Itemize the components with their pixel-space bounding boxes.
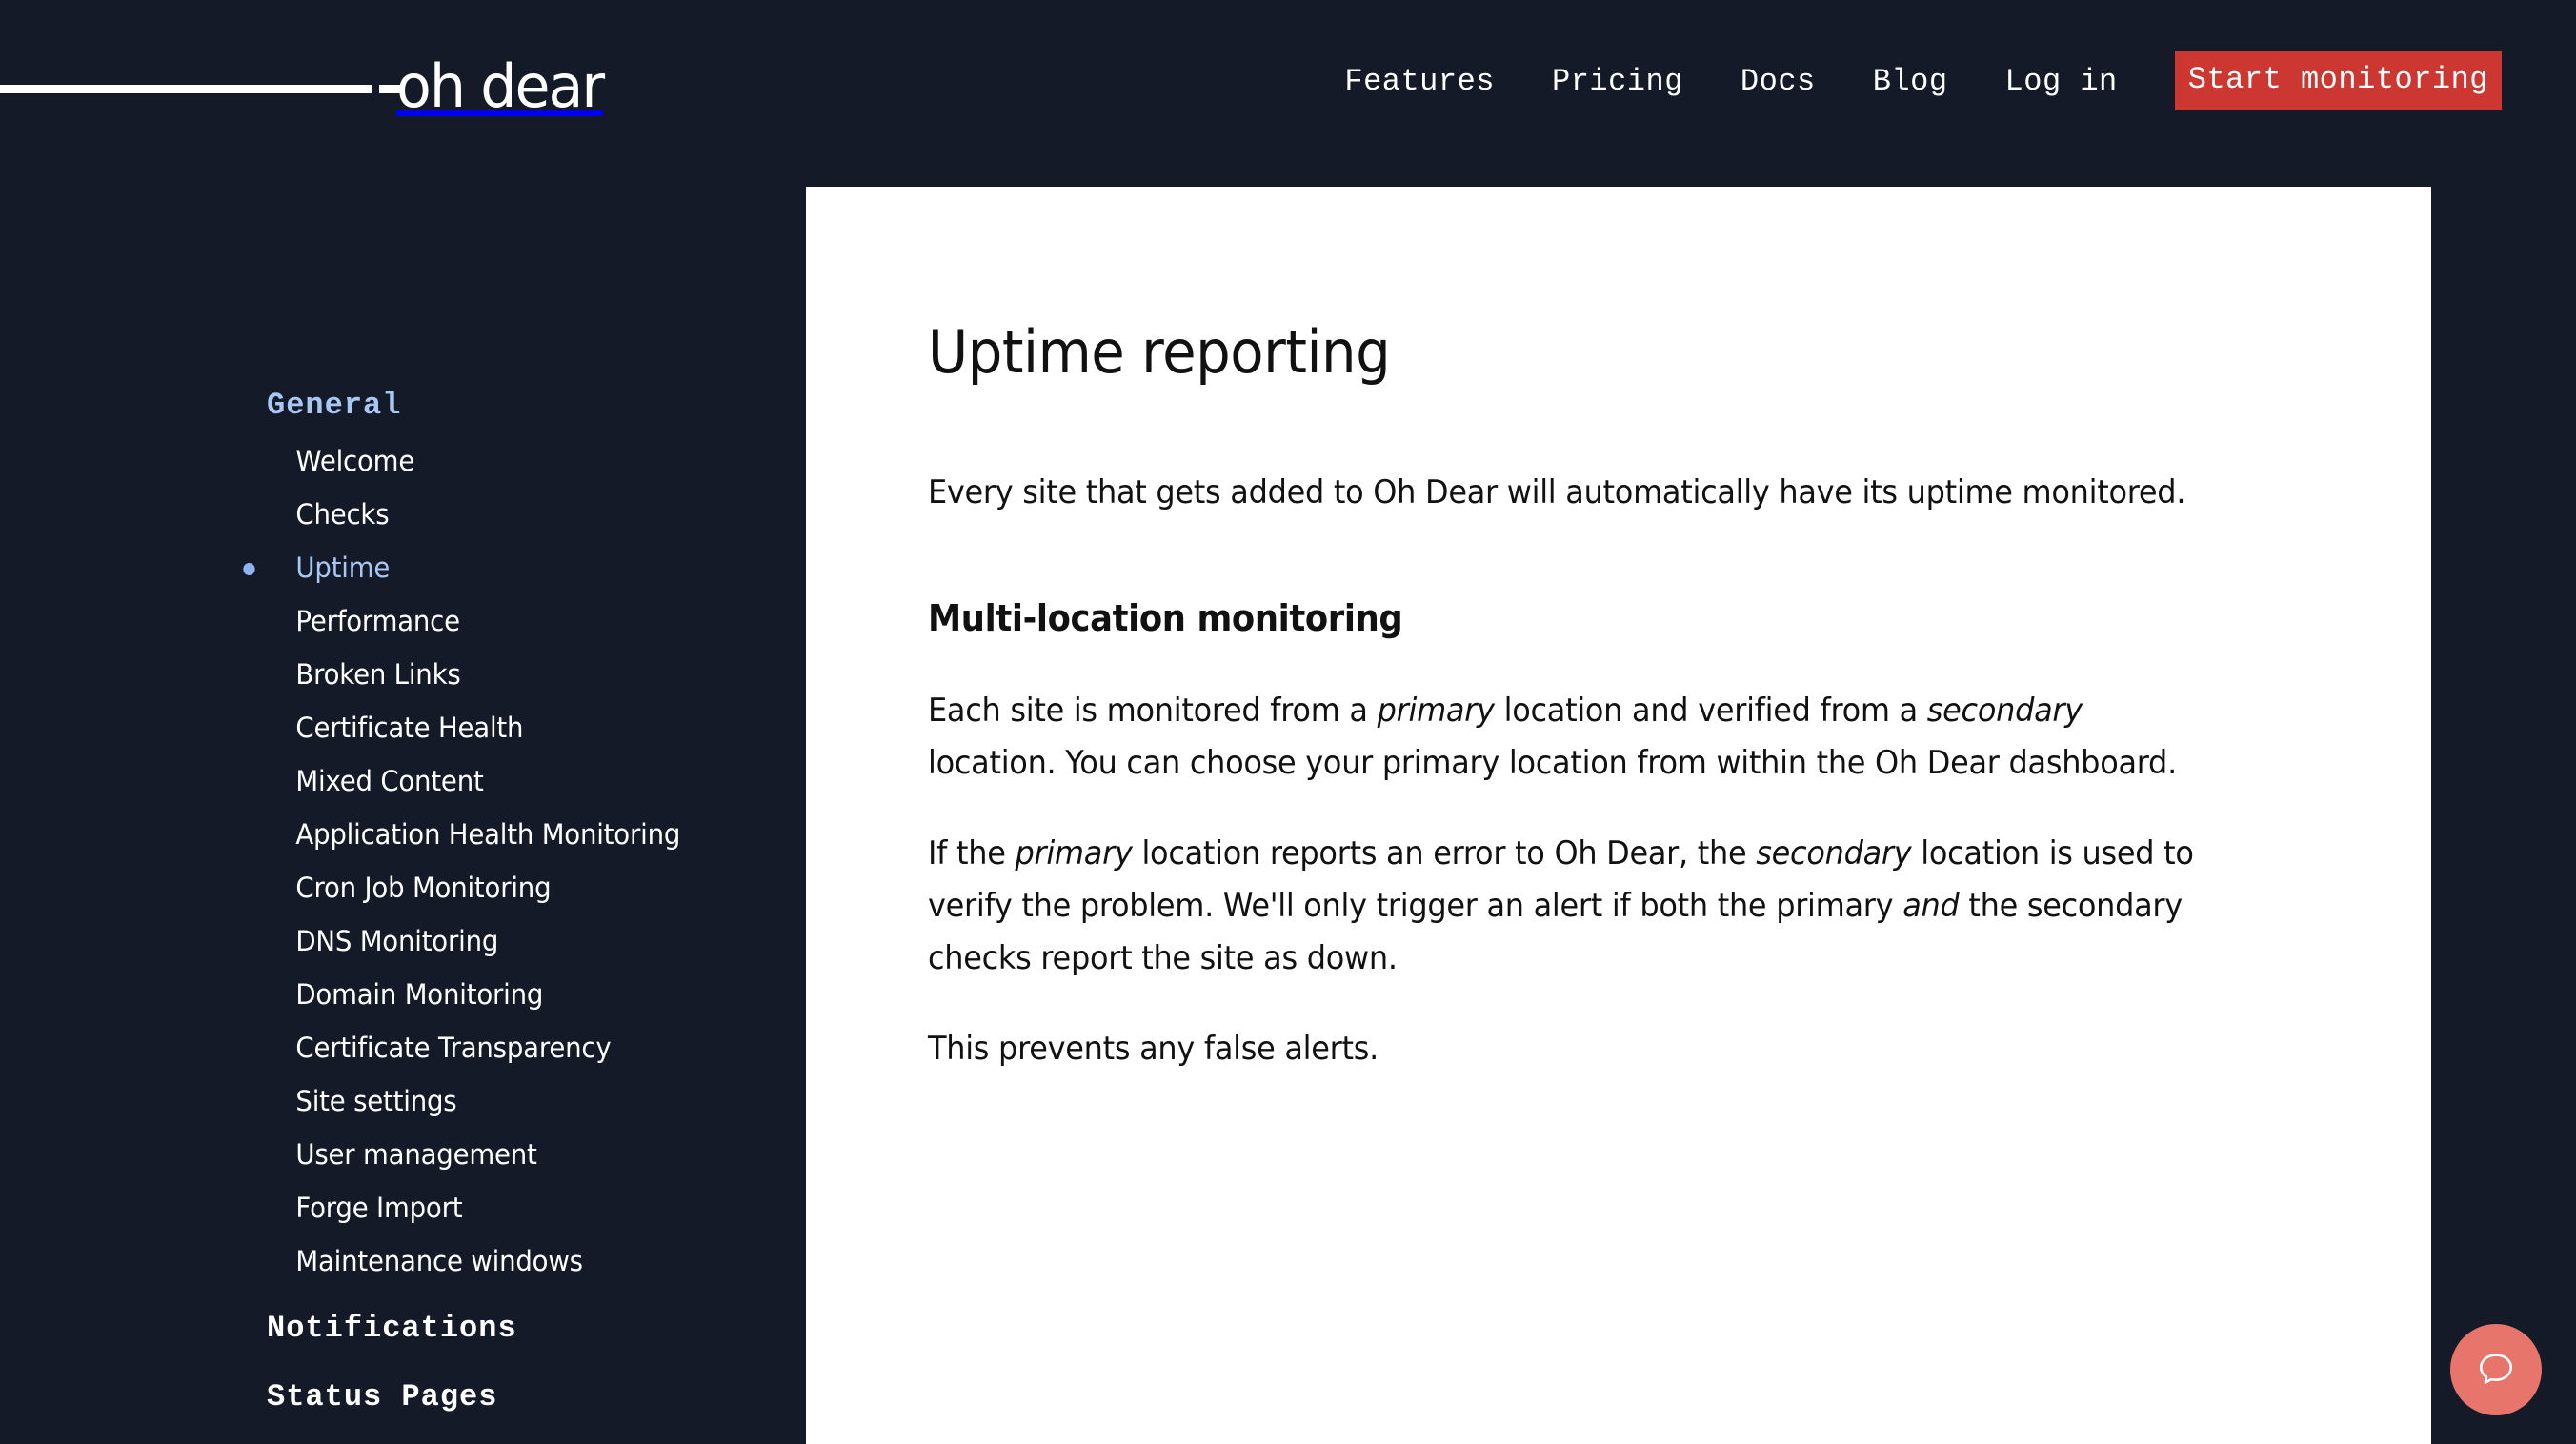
sidebar-group-general: General (267, 388, 402, 423)
sidebar-content: General Welcome Checks Uptime Performanc… (0, 179, 806, 1413)
logo-rule-icon (0, 84, 372, 93)
p2-em-primary: primary (1015, 834, 1133, 873)
p1-em-secondary: secondary (1926, 691, 2083, 730)
start-monitoring-button[interactable]: Start monitoring (2174, 51, 2502, 110)
sidebar-item-certificate-transparency[interactable]: Certificate Transparency (267, 1034, 779, 1062)
primary-nav: Features Pricing Docs Blog Log in Start … (1344, 0, 2502, 162)
sidebar-item-user-management[interactable]: User management (267, 1141, 779, 1169)
sidebar-item-checks[interactable]: Checks (267, 501, 779, 529)
logo-gap (372, 83, 379, 91)
paragraph-false-alerts: This prevents any false alerts. (928, 1030, 1379, 1069)
paragraph-primary-secondary: Each site is monitored from a primary lo… (928, 685, 2198, 790)
p2-em-and: and (1902, 887, 1960, 926)
site-logo[interactable]: oh dear (0, 34, 610, 139)
nav-item-blog[interactable]: Blog (1873, 54, 1948, 109)
logo-wordmark: oh dear (396, 51, 605, 121)
nav-item-pricing[interactable]: Pricing (1552, 54, 1683, 109)
p1-text-2: location and verified from a (1494, 691, 1927, 730)
sidebar-group-notifications[interactable]: Notifications (267, 1314, 806, 1344)
section-heading-multi-location: Multi-location monitoring (928, 597, 1403, 640)
p1-text-1: Each site is monitored from a (928, 691, 1378, 730)
sidebar-item-cron-job-monitoring[interactable]: Cron Job Monitoring (267, 874, 779, 902)
sidebar-item-uptime[interactable]: Uptime (243, 554, 779, 582)
page-title: Uptime reporting (928, 317, 1391, 387)
paragraph-alert-logic: If the primary location reports an error… (928, 828, 2198, 985)
chat-bubble-icon (2479, 1354, 2513, 1384)
sidebar-item-domain-monitoring[interactable]: Domain Monitoring (267, 981, 779, 1009)
sidebar-item-site-settings[interactable]: Site settings (267, 1088, 779, 1115)
sidebar-item-dns-monitoring[interactable]: DNS Monitoring (267, 928, 779, 955)
sidebar-item-mixed-content[interactable]: Mixed Content (267, 768, 779, 795)
next-section-heading-partial (928, 1142, 2184, 1184)
sidebar-item-performance[interactable]: Performance (267, 608, 779, 635)
p2-em-secondary: secondary (1756, 834, 1912, 873)
p1-text-3: location. You can choose your primary lo… (928, 743, 2177, 782)
nav-item-docs[interactable]: Docs (1741, 54, 1816, 109)
sidebar-item-forge-import[interactable]: Forge Import (267, 1194, 779, 1222)
p1-em-primary: primary (1377, 691, 1495, 730)
docs-article: Uptime reporting Every site that gets ad… (806, 187, 2431, 1184)
sidebar-item-application-health-monitoring[interactable]: Application Health Monitoring (267, 821, 779, 849)
nav-item-login[interactable]: Log in (2005, 54, 2118, 109)
p2-text-1: If the (928, 834, 1016, 873)
nav-item-features[interactable]: Features (1344, 54, 1495, 109)
sidebar-item-maintenance-windows[interactable]: Maintenance windows (267, 1248, 779, 1275)
sidebar-item-welcome[interactable]: Welcome (267, 448, 779, 475)
p2-text-2: location reports an error to Oh Dear, th… (1132, 834, 1757, 873)
chat-widget-button[interactable] (2450, 1324, 2542, 1415)
docs-sidebar: General Welcome Checks Uptime Performanc… (0, 179, 806, 1444)
docs-content-panel: Uptime reporting Every site that gets ad… (806, 187, 2431, 1444)
intro-paragraph: Every site that gets added to Oh Dear wi… (928, 473, 2186, 512)
sidebar-item-broken-links[interactable]: Broken Links (267, 661, 779, 689)
sidebar-item-certificate-health[interactable]: Certificate Health (267, 714, 779, 742)
page-root: oh dear Features Pricing Docs Blog Log i… (0, 0, 2576, 1444)
sidebar-group-status-pages[interactable]: Status Pages (267, 1382, 806, 1413)
top-navigation-bar: oh dear Features Pricing Docs Blog Log i… (0, 0, 2576, 179)
